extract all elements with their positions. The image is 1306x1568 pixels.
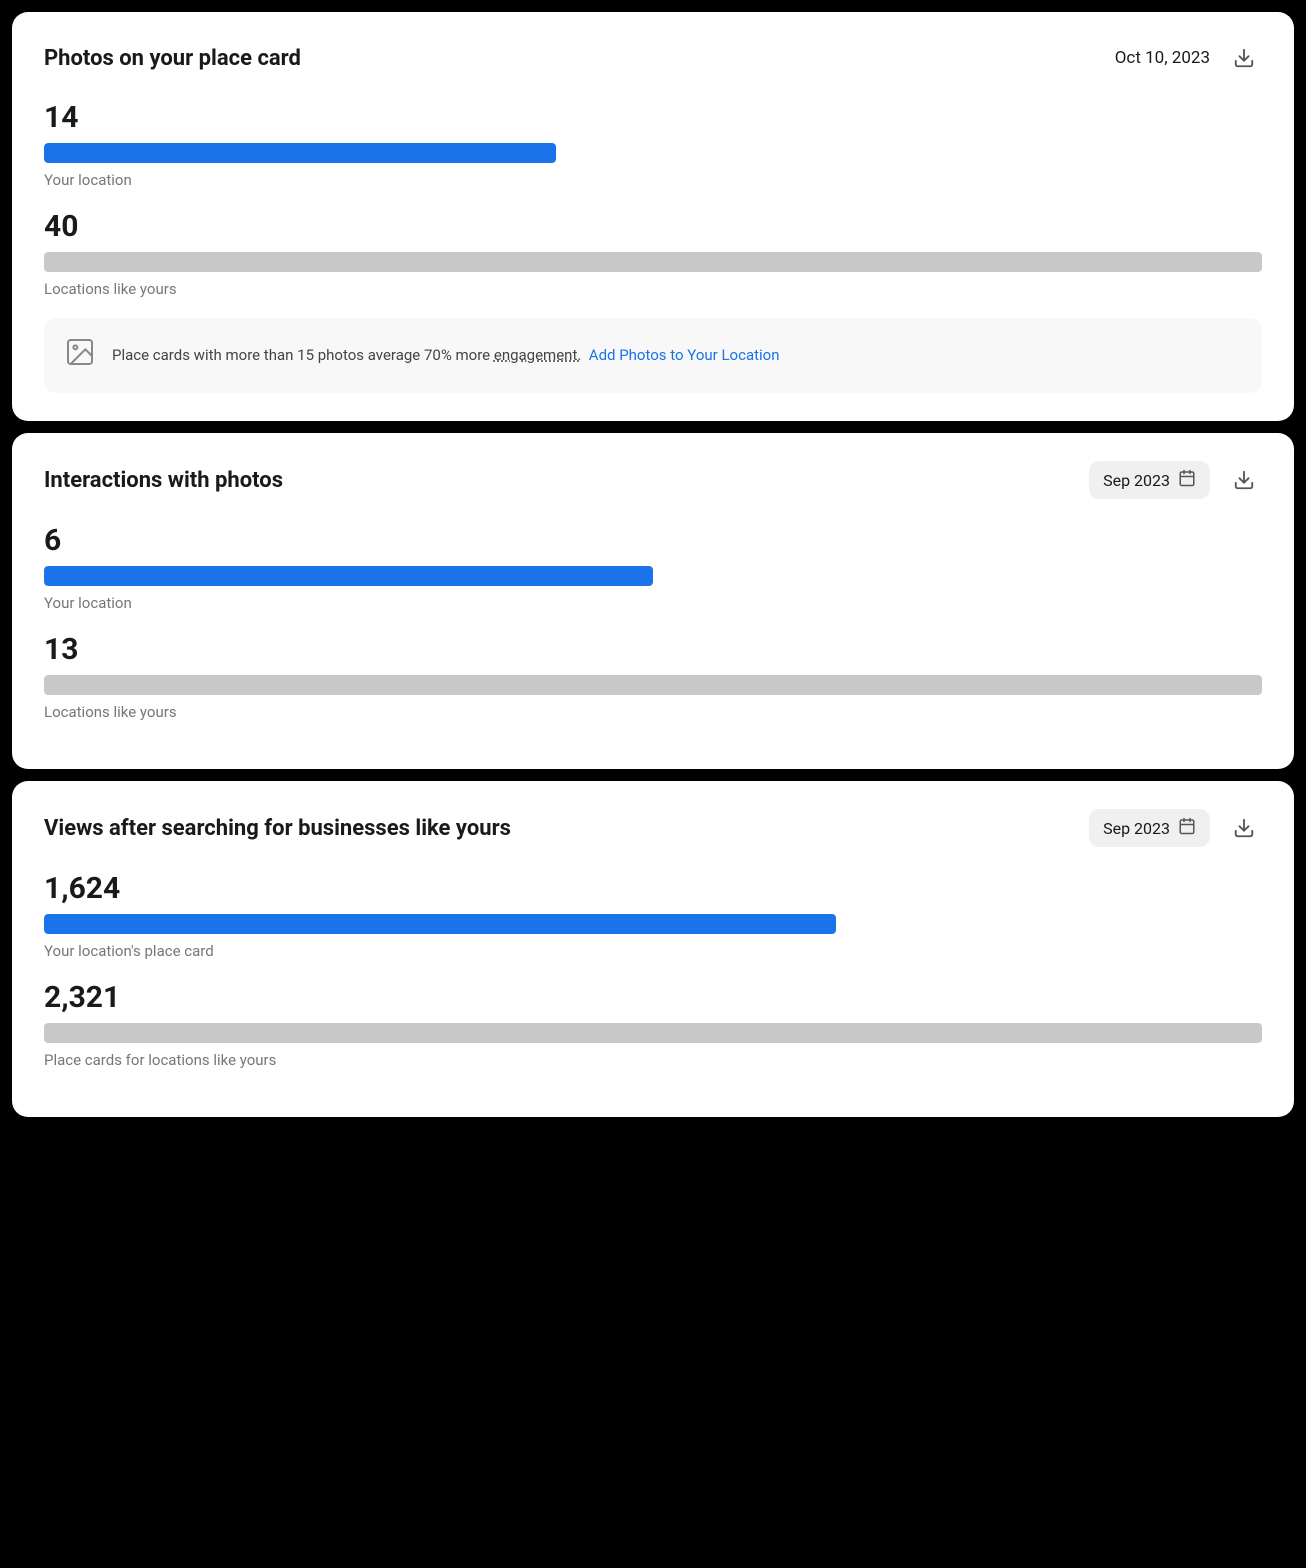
card2-download-button[interactable] bbox=[1226, 462, 1262, 498]
card2-header-right: Sep 2023 bbox=[1089, 461, 1262, 499]
card2-date-label: Sep 2023 bbox=[1103, 471, 1170, 490]
card2-title: Interactions with photos bbox=[44, 468, 283, 493]
card3-your-location-bar-fill bbox=[44, 914, 836, 934]
photos-card: Photos on your place card Oct 10, 2023 1… bbox=[12, 12, 1294, 421]
card1-add-photos-link[interactable]: Add Photos to Your Location bbox=[589, 346, 780, 364]
card3-competitor-bar-track bbox=[44, 1023, 1262, 1043]
card3-your-location-section: 1,624 Your location's place card bbox=[44, 871, 1262, 960]
card3-download-button[interactable] bbox=[1226, 810, 1262, 846]
card3-your-location-value: 1,624 bbox=[44, 871, 1262, 906]
interactions-card: Interactions with photos Sep 2023 bbox=[12, 433, 1294, 769]
card3-competitor-bar-fill bbox=[44, 1023, 1262, 1043]
card2-calendar-icon bbox=[1178, 469, 1196, 491]
card3-your-location-bar-track bbox=[44, 914, 1262, 934]
card2-your-location-value: 6 bbox=[44, 523, 1262, 558]
card2-competitor-section: 13 Locations like yours bbox=[44, 632, 1262, 721]
card1-title: Photos on your place card bbox=[44, 46, 301, 71]
card1-your-location-value: 14 bbox=[44, 100, 1262, 135]
card1-info-static: Place cards with more than 15 photos ave… bbox=[112, 346, 494, 364]
card3-header: Views after searching for businesses lik… bbox=[44, 809, 1262, 847]
card3-calendar-icon bbox=[1178, 817, 1196, 839]
card1-your-location-label: Your location bbox=[44, 171, 1262, 189]
card3-header-right: Sep 2023 bbox=[1089, 809, 1262, 847]
card2-competitor-label: Locations like yours bbox=[44, 703, 1262, 721]
card1-competitor-bar-fill bbox=[44, 252, 1262, 272]
card3-date-label: Sep 2023 bbox=[1103, 819, 1170, 838]
card3-competitor-section: 2,321 Place cards for locations like you… bbox=[44, 980, 1262, 1069]
card3-competitor-label: Place cards for locations like yours bbox=[44, 1051, 1262, 1069]
photos-icon bbox=[64, 336, 96, 375]
card1-date: Oct 10, 2023 bbox=[1115, 48, 1210, 68]
card3-your-location-label: Your location's place card bbox=[44, 942, 1262, 960]
card1-download-button[interactable] bbox=[1226, 40, 1262, 76]
card1-info-text: Place cards with more than 15 photos ave… bbox=[112, 345, 780, 366]
card1-info-box: Place cards with more than 15 photos ave… bbox=[44, 318, 1262, 393]
card1-competitor-value: 40 bbox=[44, 209, 1262, 244]
card1-your-location-bar-fill bbox=[44, 143, 556, 163]
card2-competitor-bar-fill bbox=[44, 675, 1262, 695]
views-card: Views after searching for businesses lik… bbox=[12, 781, 1294, 1117]
card2-your-location-label: Your location bbox=[44, 594, 1262, 612]
card2-your-location-section: 6 Your location bbox=[44, 523, 1262, 612]
card1-engagement-text: engagement. bbox=[494, 346, 581, 364]
card1-header: Photos on your place card Oct 10, 2023 bbox=[44, 40, 1262, 76]
card3-competitor-value: 2,321 bbox=[44, 980, 1262, 1015]
card1-competitor-label: Locations like yours bbox=[44, 280, 1262, 298]
card2-competitor-value: 13 bbox=[44, 632, 1262, 667]
card1-your-location-bar-track bbox=[44, 143, 1262, 163]
card2-competitor-bar-track bbox=[44, 675, 1262, 695]
card3-title: Views after searching for businesses lik… bbox=[44, 816, 511, 841]
card1-competitor-bar-track bbox=[44, 252, 1262, 272]
card2-your-location-bar-track bbox=[44, 566, 1262, 586]
card1-competitor-section: 40 Locations like yours bbox=[44, 209, 1262, 298]
card2-header: Interactions with photos Sep 2023 bbox=[44, 461, 1262, 499]
card2-date-badge[interactable]: Sep 2023 bbox=[1089, 461, 1210, 499]
card2-your-location-bar-fill bbox=[44, 566, 653, 586]
card1-your-location-section: 14 Your location bbox=[44, 100, 1262, 189]
card1-header-right: Oct 10, 2023 bbox=[1115, 40, 1262, 76]
card3-date-badge[interactable]: Sep 2023 bbox=[1089, 809, 1210, 847]
